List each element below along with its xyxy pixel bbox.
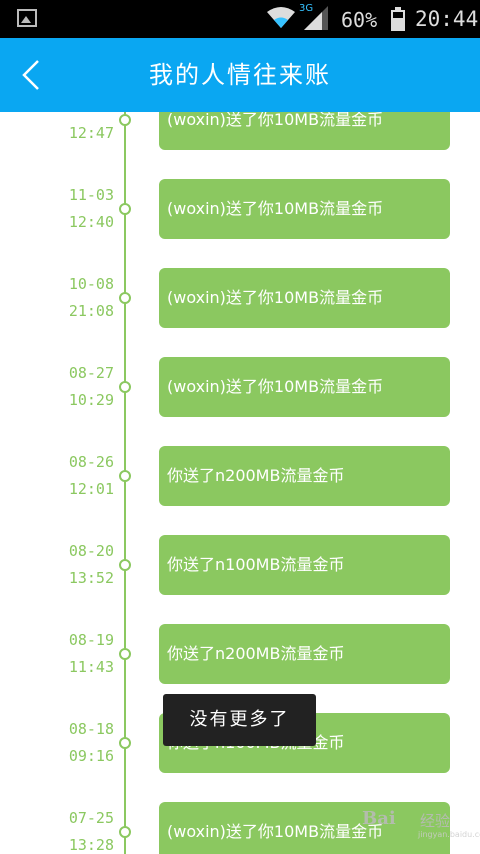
gallery-notification-icon [17,9,37,27]
watermark-url: jingyan.baidu.com [418,830,480,839]
page-title: 我的人情往来账 [149,61,331,89]
record-bubble[interactable]: (woxin)送了你10MB流量金币 [159,112,450,150]
record-time: 10:29 [68,391,114,409]
record-date: 07-25 13:28 [40,805,114,854]
record-row: 08-27 10:29 (woxin)送了你10MB流量金币 [0,357,480,417]
record-row: 12:47 (woxin)送了你10MB流量金币 [0,112,480,150]
record-day: 08-26 [68,453,114,471]
record-time: 21:08 [68,302,114,320]
timeline-dot [119,559,131,571]
timeline-dot [119,648,131,660]
record-row: 08-20 13:52 你送了n100MB流量金币 [0,535,480,595]
record-day: 11-03 [68,186,114,204]
record-row: 08-19 11:43 你送了n200MB流量金币 [0,624,480,684]
signal-icon [304,6,328,30]
battery-percent: 60% [341,8,378,32]
watermark-suffix: 经验 [420,812,451,830]
record-date: 08-18 09:16 [40,716,114,770]
record-bubble[interactable]: 你送了n200MB流量金币 [159,624,450,684]
record-bubble[interactable]: 你送了n100MB流量金币 [159,535,450,595]
timeline-dot [119,470,131,482]
record-day: 08-20 [68,542,114,560]
record-time: 13:28 [68,836,114,854]
record-time: 13:52 [68,569,114,587]
record-time: 11:43 [68,658,114,676]
timeline-dot [119,203,131,215]
record-row: 10-08 21:08 (woxin)送了你10MB流量金币 [0,268,480,328]
watermark-brand: Bai [362,808,396,829]
record-day: 08-27 [68,364,114,382]
record-time: 12:47 [68,124,114,142]
record-date: 08-20 13:52 [40,538,114,592]
record-date: 08-27 10:29 [40,360,114,414]
record-day: 08-18 [68,720,114,738]
record-day [40,112,114,120]
battery-icon [391,7,405,31]
record-bubble[interactable]: (woxin)送了你10MB流量金币 [159,179,450,239]
record-bubble[interactable]: 你送了n200MB流量金币 [159,446,450,506]
wifi-icon [267,7,295,28]
timeline-dot [119,114,131,126]
record-day: 08-19 [68,631,114,649]
record-day: 07-25 [68,809,114,827]
no-more-toast: 没有更多了 [163,694,316,746]
record-date: 08-19 11:43 [40,627,114,681]
clock: 20:44 [415,7,479,31]
record-date: 12:47 [40,112,114,147]
status-bar: 3G 60% 20:44 [0,0,480,38]
timeline-dot [119,381,131,393]
record-bubble[interactable]: (woxin)送了你10MB流量金币 [159,357,450,417]
record-day: 10-08 [68,275,114,293]
record-row: 08-26 12:01 你送了n200MB流量金币 [0,446,480,506]
timeline-dot [119,826,131,838]
record-date: 10-08 21:08 [40,271,114,325]
record-time: 12:40 [68,213,114,231]
baidu-jingyan-watermark: Bai 经验 jingyan.baidu.com [362,800,480,839]
timeline-dot [119,737,131,749]
record-row: 11-03 12:40 (woxin)送了你10MB流量金币 [0,179,480,239]
record-time: 12:01 [68,480,114,498]
record-date: 08-26 12:01 [40,449,114,503]
record-date: 11-03 12:40 [40,182,114,236]
timeline-dot [119,292,131,304]
record-time: 09:16 [68,747,114,765]
record-bubble[interactable]: (woxin)送了你10MB流量金币 [159,268,450,328]
title-bar: 我的人情往来账 [0,38,480,112]
